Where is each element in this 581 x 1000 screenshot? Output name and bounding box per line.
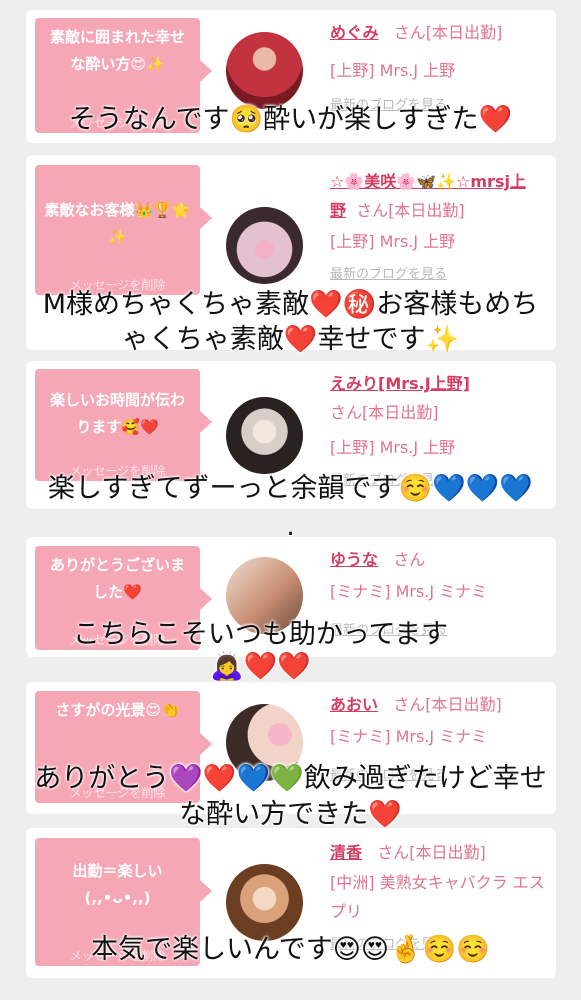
avatar[interactable] [226, 32, 303, 109]
cast-status: さん [393, 550, 426, 569]
message-bubble: 楽しいお時間が伝わります🥰❤️ メッセージを削除 [35, 369, 212, 481]
cast-name-link[interactable]: ゆうな [330, 550, 378, 569]
overlay-caption: . [286, 511, 295, 542]
shop-name: [ミナミ] Mrs.J ミナミ [330, 582, 488, 601]
shop-name: [上野] Mrs.J 上野 [330, 61, 456, 80]
shop-name: [ミナミ] Mrs.J ミナミ [330, 727, 488, 746]
cast-name-link[interactable]: めぐみ [330, 23, 378, 42]
avatar[interactable] [226, 397, 303, 474]
overlay-caption: M様めちゃくちゃ素敵❤️㊙️お客様もめち [42, 289, 539, 320]
cast-status: さん[本日出勤] [377, 843, 486, 862]
cast-name-link[interactable]: えみり[Mrs.J上野] [330, 374, 470, 393]
overlay-caption: な酔い方できた❤️ [179, 799, 402, 830]
cast-name-link[interactable]: あおい [330, 695, 378, 714]
cast-status: さん[本日出勤] [330, 403, 439, 422]
overlay-caption: ありがとう💜❤️💙💚飲み過ぎたけど幸せ [34, 763, 547, 794]
message-text: 楽しいお時間が伝わります🥰❤️ [49, 391, 185, 436]
shop-name: [中洲] 美熟女キャバクラ エスプリ [330, 873, 545, 921]
cast-info: ☆🌸美咲🌸🦋✨☆mrsj上野 さん[本日出勤] [上野] Mrs.J 上野 最新… [330, 167, 550, 289]
shop-name: [上野] Mrs.J 上野 [330, 232, 456, 251]
message-text: さすがの光景😍👏 [55, 701, 180, 719]
blog-link[interactable]: 最新のブログを見る [330, 260, 550, 289]
shop-name: [上野] Mrs.J 上野 [330, 438, 456, 457]
overlay-caption: こちらこそいつも助かってます [72, 619, 449, 650]
message-text: ありがとうございました❤️ [49, 556, 185, 601]
overlay-caption: ゃくちゃ素敵❤️幸せです✨ [121, 324, 460, 355]
message-text: 出勤＝楽しい (,,•ᴗ•,,) [72, 862, 163, 907]
cast-status: さん[本日出勤] [356, 201, 465, 220]
cast-status: さん[本日出勤] [393, 23, 503, 42]
avatar[interactable] [226, 207, 303, 284]
overlay-caption: 楽しすぎてずーっと余韻です☺️💙💙💙 [48, 473, 533, 504]
cast-status: さん[本日出勤] [393, 695, 502, 714]
overlay-caption: 🙇‍♀️❤️❤️ [210, 651, 311, 682]
message-bubble: 素敵なお客様👑🏆🌟✨ メッセージを削除 [35, 165, 212, 295]
overlay-caption: そうなんです🥺酔いが楽しすぎた❤️ [68, 104, 513, 135]
avatar[interactable] [226, 864, 303, 941]
message-text: 素敵なお客様👑🏆🌟✨ [44, 201, 191, 246]
overlay-caption: 本気で楽しいんです😍😍🤞☺️☺️ [91, 934, 490, 965]
cast-name-link[interactable]: 清香 [330, 843, 362, 862]
message-text: 素敵に囲まれた幸せな酔い方😍✨ [49, 28, 185, 73]
